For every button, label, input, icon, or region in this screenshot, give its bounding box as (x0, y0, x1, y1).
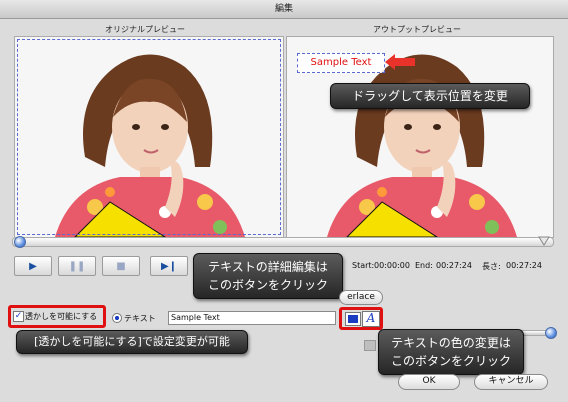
text-radio-label: テキスト (124, 314, 156, 323)
drag-callout: ドラッグして表示位置を変更 (330, 83, 530, 109)
next-frame-icon: ▶❙ (160, 260, 178, 272)
ok-button[interactable]: OK (398, 374, 460, 390)
stop-icon: ■ (116, 260, 126, 272)
red-arrow-icon (385, 54, 415, 70)
pause-button[interactable]: ❚❚ (58, 256, 96, 276)
interlace-button[interactable]: erlace (339, 290, 383, 305)
color-callout-line1: テキストの色の変更は (391, 336, 511, 350)
original-preview-label: オリジナルプレビュー (105, 25, 185, 34)
text-detail-button[interactable]: A (362, 311, 380, 327)
watermark-text-input[interactable]: Sample Text (168, 311, 336, 325)
length-value: 00:27:24 (506, 261, 542, 270)
enable-note-callout: [透かしを可能にする]で設定変更が可能 (16, 330, 248, 354)
opacity-handle[interactable] (545, 327, 557, 339)
start-label: Start: (352, 261, 375, 270)
text-radio[interactable] (112, 313, 122, 323)
start-value: 00:00:00 (374, 261, 410, 270)
cancel-button[interactable]: キャンセル (474, 374, 548, 390)
detail-edit-callout: テキストの詳細編集は このボタンをクリック (193, 253, 343, 299)
detail-callout-line2: このボタンをクリック (207, 278, 328, 292)
length-label: 長さ: (482, 262, 501, 271)
end-value: 00:27:24 (436, 261, 472, 270)
sample-text-watermark[interactable]: Sample Text (297, 53, 385, 73)
stop-button[interactable]: ■ (102, 256, 140, 276)
text-color-button[interactable] (345, 312, 361, 326)
output-preview-label: アウトプットプレビュー (373, 25, 461, 34)
color-swatch-icon (348, 315, 358, 323)
original-preview (14, 36, 284, 238)
watermark-enable-checkbox[interactable]: ✓ (13, 311, 24, 322)
color-callout-line2: このボタンをクリック (390, 354, 511, 368)
image-icon[interactable] (364, 340, 376, 351)
timeline-handle[interactable] (14, 236, 26, 248)
next-frame-button[interactable]: ▶❙ (150, 256, 188, 276)
timeline-slider[interactable] (12, 237, 554, 247)
original-frame-outline (17, 39, 281, 235)
color-change-callout: テキストの色の変更は このボタンをクリック (378, 329, 524, 375)
detail-callout-line1: テキストの詳細編集は (208, 260, 328, 274)
end-marker-icon[interactable] (538, 236, 550, 246)
play-icon: ▶ (29, 260, 37, 272)
play-button[interactable]: ▶ (14, 256, 52, 276)
watermark-enable-label: 透かしを可能にする (25, 312, 98, 321)
font-a-icon: A (366, 311, 376, 325)
end-label: End: (415, 261, 433, 270)
output-preview[interactable]: Sample Text (286, 36, 554, 238)
window-title: 編集 (0, 0, 568, 19)
pause-icon: ❚❚ (68, 260, 86, 272)
